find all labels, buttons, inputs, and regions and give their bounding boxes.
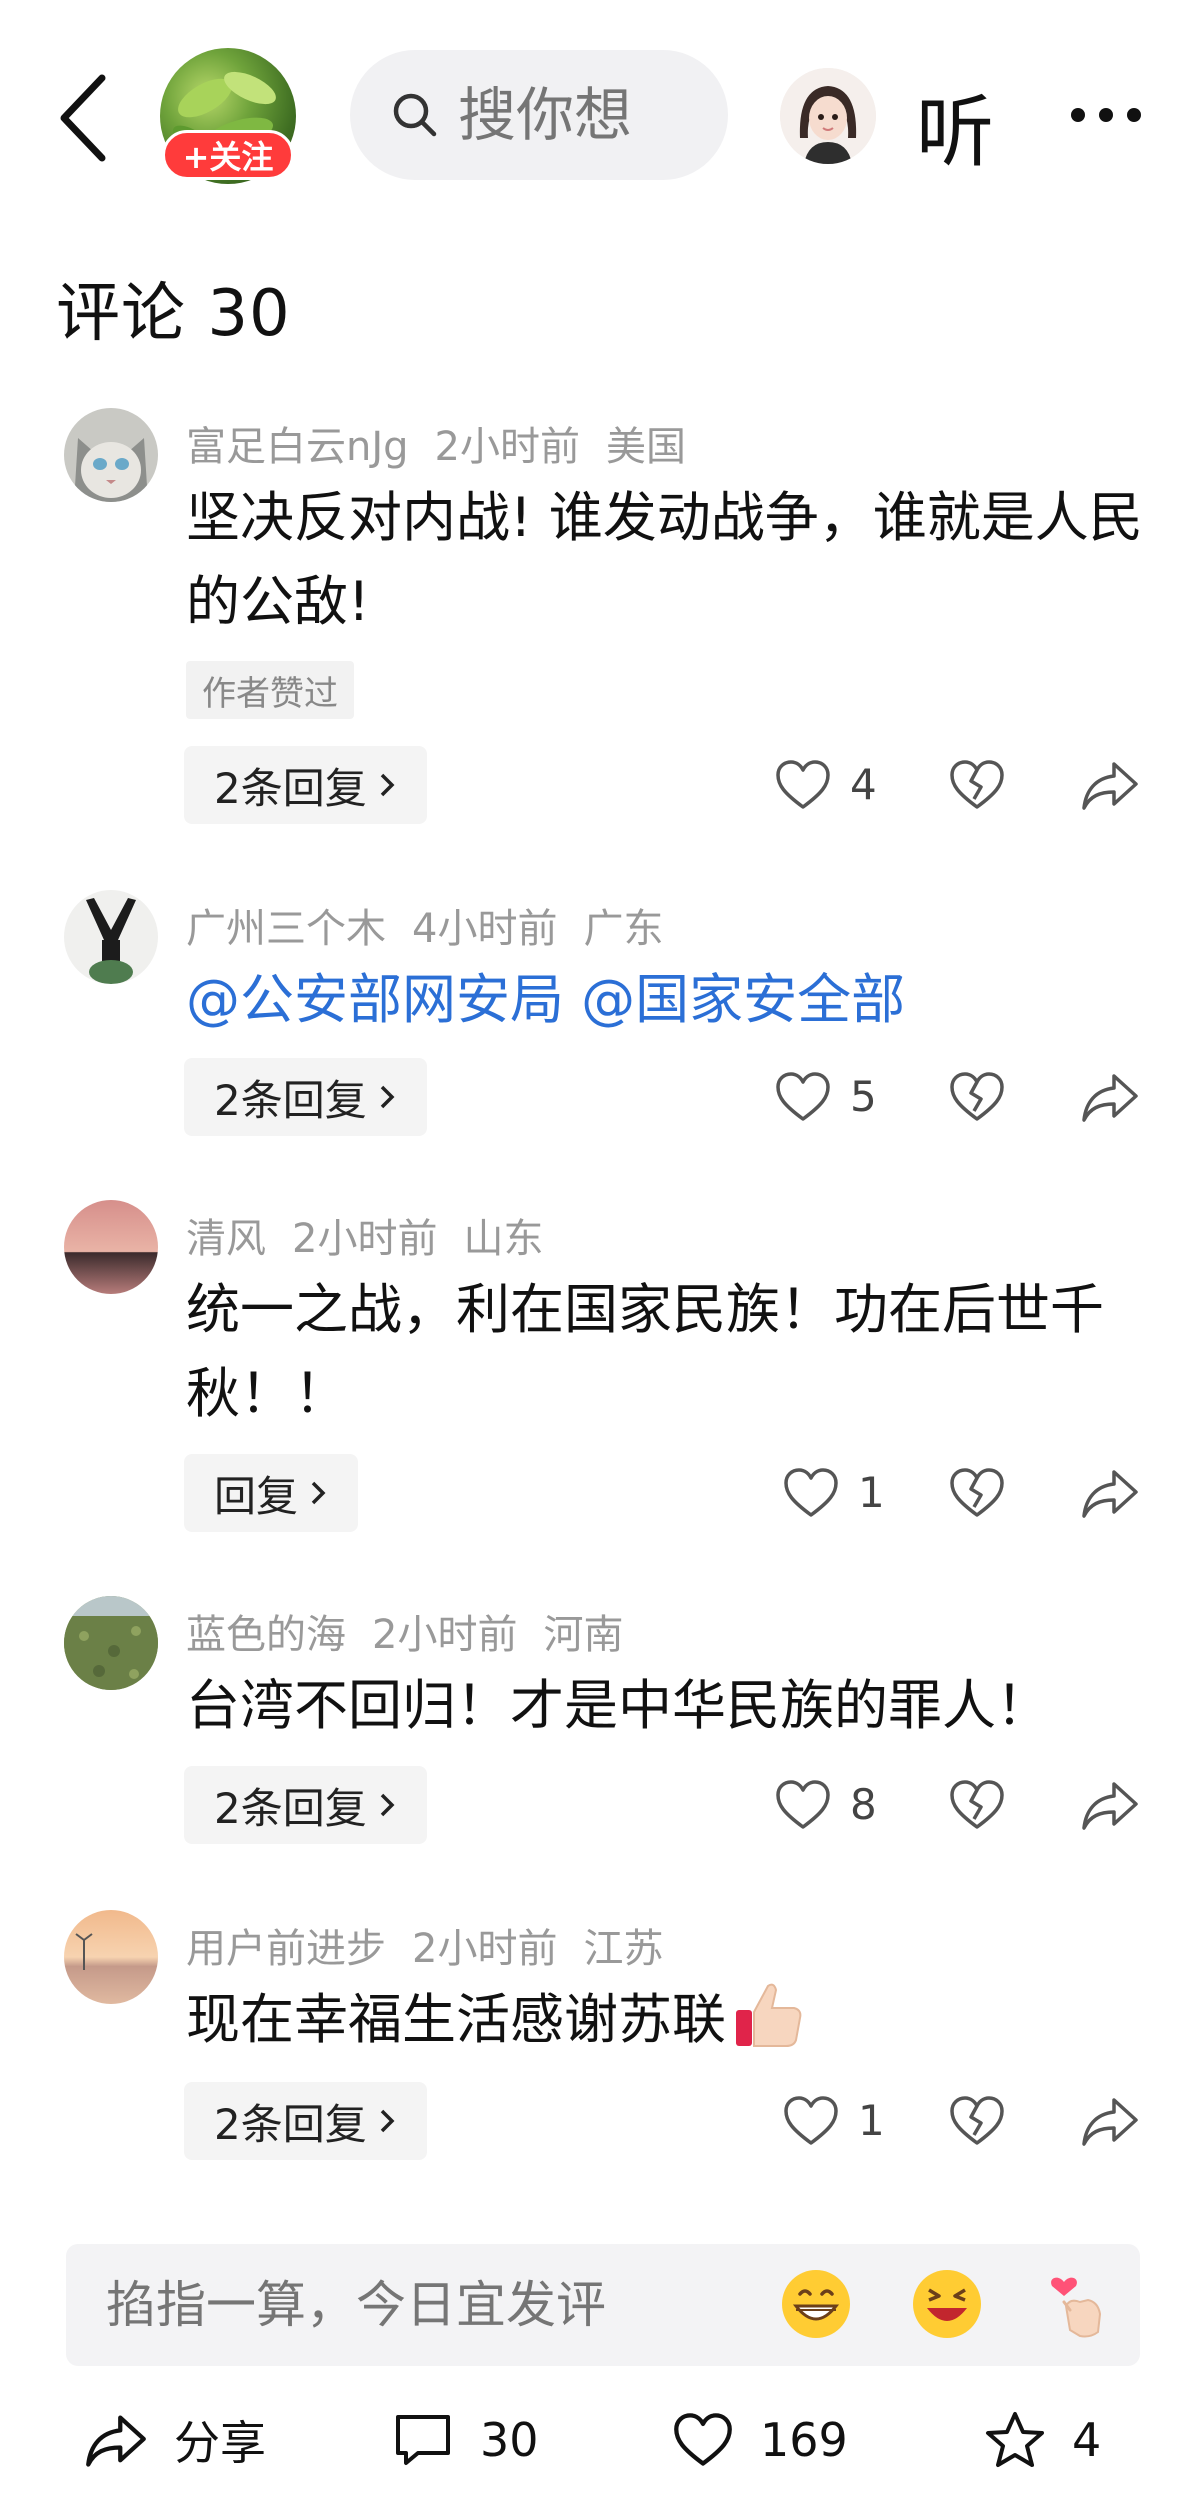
comment-time: 2小时前: [292, 1216, 438, 1262]
finger-heart-emoji-icon[interactable]: [1040, 2266, 1116, 2342]
comment-input-bar[interactable]: [66, 2244, 1140, 2366]
comment-time: 2小时前: [372, 1612, 518, 1658]
comment-input[interactable]: [106, 2244, 686, 2366]
comment-meta: 用户前进步 2小时前 江苏: [186, 1916, 689, 1974]
more-options-icon[interactable]: [1068, 104, 1144, 126]
grinning-emoji-icon[interactable]: [778, 2266, 854, 2342]
author-liked-badge: 作者赞过: [186, 661, 354, 719]
favorite-action[interactable]: 4: [984, 2400, 1101, 2480]
comment-text-content: 现在幸福生活感谢苏联: [186, 1988, 726, 2051]
commenter-name[interactable]: 用户前进步: [186, 1926, 386, 1972]
star-icon: [986, 2412, 1044, 2467]
like-icon[interactable]: [774, 1779, 832, 1831]
share-icon[interactable]: [1080, 1778, 1140, 1832]
commenter-avatar[interactable]: [64, 1200, 158, 1294]
chevron-right-icon: [380, 1793, 395, 1817]
comment-meta: 清风 2小时前 山东: [186, 1206, 569, 1264]
comment-location: 河南: [543, 1612, 624, 1658]
share-icon[interactable]: [1080, 758, 1140, 812]
dislike-icon[interactable]: [948, 1071, 1006, 1123]
user-avatar[interactable]: [780, 68, 876, 164]
commenter-avatar[interactable]: [64, 1910, 158, 2004]
share-icon: [86, 2415, 146, 2467]
laughing-emoji-icon[interactable]: [909, 2266, 985, 2342]
top-bar: +关注 听: [0, 0, 1200, 220]
chevron-right-icon: [380, 773, 395, 797]
like-count: 5: [850, 1072, 877, 1121]
reply-label: 2条回复: [214, 1075, 367, 1125]
reply-label: 回复: [214, 1471, 299, 1521]
dislike-icon[interactable]: [948, 1467, 1006, 1519]
comment-count: 30: [480, 2413, 539, 2467]
view-replies-button[interactable]: 回复: [184, 1454, 359, 1532]
comment-time: 2小时前: [412, 1926, 558, 1972]
reply-label: 2条回复: [214, 1783, 367, 1833]
like-icon[interactable]: [782, 2095, 840, 2147]
like-count: 1: [858, 1468, 885, 1517]
like-count: 8: [850, 1780, 877, 1829]
chevron-right-icon: [311, 1481, 326, 1505]
like-icon[interactable]: [774, 759, 832, 811]
view-replies-button[interactable]: 2条回复: [184, 2082, 427, 2160]
comment-text: 台湾不回归！才是中华民族的罪人！: [186, 1674, 1050, 1737]
like-icon[interactable]: [782, 1467, 840, 1519]
view-replies-button[interactable]: 2条回复: [184, 1766, 427, 1844]
comment-text: 坚决反对内战! 谁发动战争，谁就是人民的公敌!: [186, 486, 1143, 633]
follow-button[interactable]: +关注: [162, 130, 294, 180]
like-count: 4: [850, 760, 877, 809]
dislike-icon[interactable]: [948, 759, 1006, 811]
commenter-name[interactable]: 广州三个木: [186, 906, 386, 952]
comments-section-title: 评论 30: [56, 277, 291, 351]
like-count: 1: [858, 2096, 885, 2145]
favorite-count: 4: [1072, 2413, 1102, 2467]
comment-text: 现在幸福生活感谢苏联: [186, 1976, 806, 2062]
chevron-right-icon: [380, 2109, 395, 2133]
comment-time: 2小时前: [434, 424, 580, 470]
commenter-name[interactable]: 富足白云nJg: [186, 424, 409, 470]
comment-action[interactable]: 30: [392, 2400, 539, 2480]
commenter-name[interactable]: 清风: [186, 1216, 266, 1262]
comment-text: 统一之战，利在国家民族！功在后世千秋！！: [186, 1278, 1104, 1425]
heart-icon: [674, 2413, 732, 2466]
commenter-avatar[interactable]: [64, 890, 158, 984]
commenter-avatar[interactable]: [64, 1596, 158, 1690]
dislike-icon[interactable]: [948, 1779, 1006, 1831]
view-replies-button[interactable]: 2条回复: [184, 746, 427, 824]
commenter-name[interactable]: 蓝色的海: [186, 1612, 346, 1658]
comment-time: 4小时前: [412, 906, 558, 952]
comment-text-mention[interactable]: @公安部网安局 @国家安全部: [186, 958, 1146, 1042]
search-icon: [393, 93, 437, 137]
chevron-right-icon: [380, 1085, 395, 1109]
comment-meta: 广州三个木 4小时前 广东: [186, 896, 689, 954]
comment-bubble-icon: [396, 2415, 450, 2465]
dislike-icon[interactable]: [948, 2095, 1006, 2147]
comment-location: 江苏: [583, 1926, 664, 1972]
bottom-action-bar: 分享 30 169 4: [0, 2400, 1200, 2493]
listen-button[interactable]: 听: [916, 70, 994, 182]
reply-label: 2条回复: [214, 763, 367, 813]
comment-location: 美国: [606, 424, 686, 470]
commenter-avatar[interactable]: [64, 408, 158, 502]
search-box[interactable]: [350, 50, 728, 180]
share-label: 分享: [174, 2416, 266, 2470]
thumbs-up-emoji-icon: [736, 1983, 802, 2047]
share-icon[interactable]: [1080, 1070, 1140, 1124]
view-replies-button[interactable]: 2条回复: [184, 1058, 427, 1136]
reply-label: 2条回复: [214, 2099, 367, 2149]
search-input[interactable]: [458, 81, 658, 149]
share-action[interactable]: 分享: [84, 2400, 266, 2480]
like-icon[interactable]: [774, 1071, 832, 1123]
comment-meta: 蓝色的海 2小时前 河南: [186, 1602, 649, 1660]
comment-meta: 富足白云nJg 2小时前 美国: [186, 414, 712, 472]
like-total: 169: [760, 2413, 848, 2467]
share-icon[interactable]: [1080, 2094, 1140, 2148]
like-action[interactable]: 169: [672, 2400, 848, 2480]
back-arrow-icon[interactable]: [50, 68, 120, 168]
comment-location: 广东: [583, 906, 664, 952]
share-icon[interactable]: [1080, 1466, 1140, 1520]
comment-location: 山东: [463, 1216, 544, 1262]
